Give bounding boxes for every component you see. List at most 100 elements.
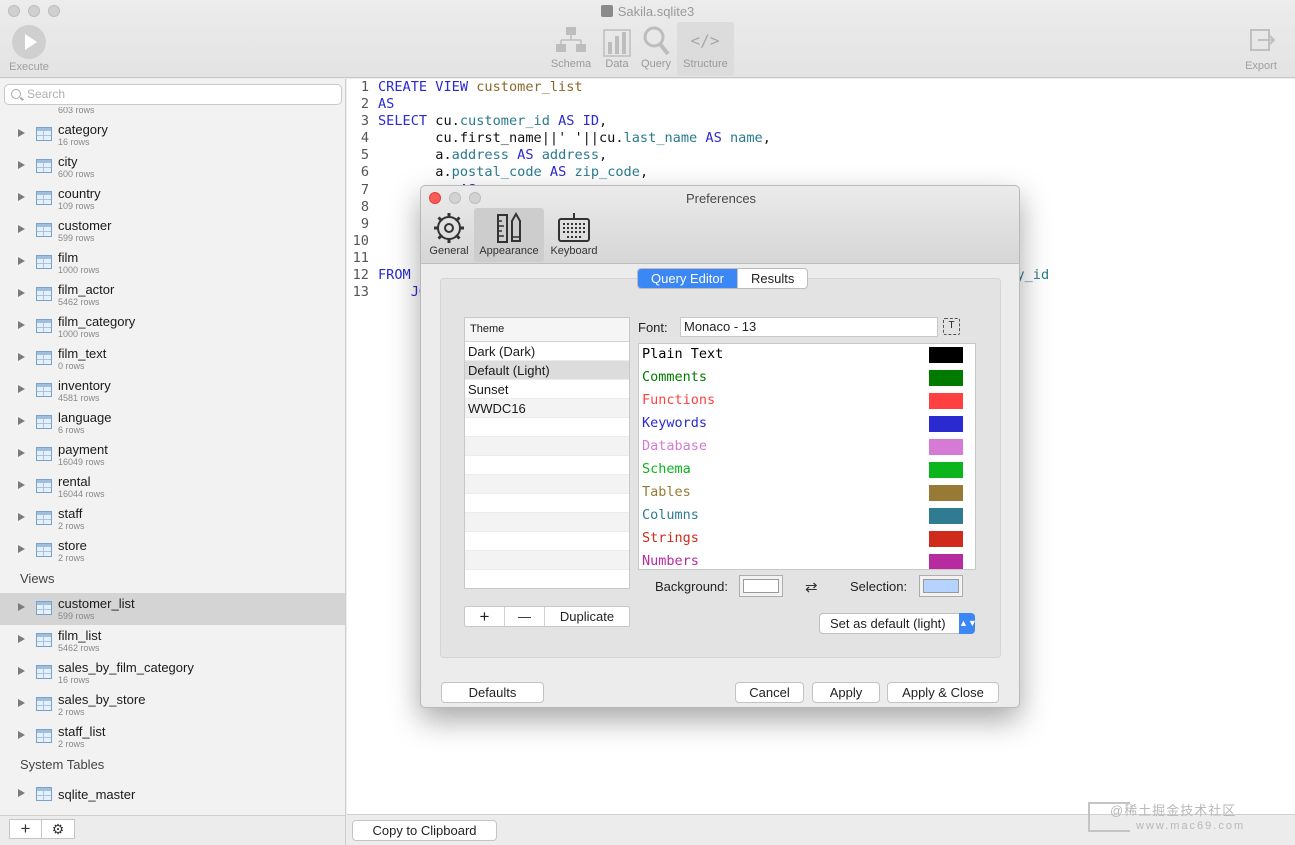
cancel-button[interactable]: Cancel	[735, 682, 804, 703]
sidebar-item-inventory[interactable]: inventory 4581 rows	[0, 375, 345, 407]
disclosure-triangle-icon[interactable]	[18, 321, 25, 329]
color-swatch[interactable]	[929, 508, 963, 524]
sidebar-item-film[interactable]: film 1000 rows	[0, 247, 345, 279]
search-input[interactable]	[27, 87, 327, 101]
segment-results[interactable]: Results	[736, 269, 807, 288]
row-count: 2 rows	[58, 707, 85, 717]
sidebar-item-film-category[interactable]: film_category 1000 rows	[0, 311, 345, 343]
duplicate-theme-button[interactable]: Duplicate	[545, 607, 629, 626]
color-row[interactable]: Tables	[639, 482, 975, 505]
sidebar-item-payment[interactable]: payment 16049 rows	[0, 439, 345, 471]
color-swatch[interactable]	[929, 393, 963, 409]
sidebar-item-staff-list[interactable]: staff_list 2 rows	[0, 721, 345, 753]
execute-button[interactable]: Execute	[4, 22, 54, 73]
add-button[interactable]: +	[9, 819, 41, 839]
disclosure-triangle-icon[interactable]	[18, 225, 25, 233]
sidebar-item-store[interactable]: store 2 rows	[0, 535, 345, 567]
disclosure-triangle-icon[interactable]	[18, 129, 25, 137]
disclosure-triangle-icon[interactable]	[18, 353, 25, 361]
theme-list[interactable]: Theme Dark (Dark) Default (Light) Sunset WW…	[464, 317, 630, 589]
sidebar-item-staff[interactable]: staff 2 rows	[0, 503, 345, 535]
color-row[interactable]: Columns	[639, 505, 975, 528]
copy-to-clipboard-button[interactable]: Copy to Clipboard	[352, 820, 497, 841]
font-picker-icon[interactable]: T	[943, 318, 960, 335]
tab-general[interactable]: General	[427, 208, 471, 262]
color-swatch[interactable]	[929, 462, 963, 478]
data-button[interactable]: Data	[598, 22, 636, 76]
disclosure-triangle-icon[interactable]	[18, 257, 25, 265]
color-row[interactable]: Schema	[639, 459, 975, 482]
color-swatch[interactable]	[929, 370, 963, 386]
item-name: staff	[58, 506, 83, 521]
sidebar-item-city[interactable]: city 600 rows	[0, 151, 345, 183]
color-swatch[interactable]	[929, 531, 963, 547]
disclosure-triangle-icon[interactable]	[18, 545, 25, 553]
disclosure-triangle-icon[interactable]	[18, 449, 25, 457]
font-field[interactable]: Monaco - 13	[680, 317, 938, 337]
sidebar-item-language[interactable]: language 6 rows	[0, 407, 345, 439]
selection-color-well[interactable]	[919, 575, 963, 597]
editor-results-segmented-control[interactable]: Query Editor Results	[637, 268, 809, 289]
apply-button[interactable]: Apply	[812, 682, 880, 703]
disclosure-triangle-icon[interactable]	[18, 603, 25, 611]
color-row[interactable]: Numbers	[639, 551, 975, 569]
syntax-color-list[interactable]: Plain Text Comments Functions Keywords Datab…	[638, 343, 976, 570]
disclosure-triangle-icon[interactable]	[18, 161, 25, 169]
remove-theme-button[interactable]: —	[505, 607, 545, 626]
set-default-popup[interactable]: Set as default (light) ▲▼	[819, 613, 977, 634]
search-field[interactable]	[4, 84, 342, 105]
sidebar-item-sales-by-store[interactable]: sales_by_store 2 rows	[0, 689, 345, 721]
color-swatch[interactable]	[929, 347, 963, 363]
disclosure-triangle-icon[interactable]	[18, 699, 25, 707]
color-swatch[interactable]	[929, 416, 963, 432]
theme-row[interactable]: Sunset	[465, 380, 629, 399]
sidebar-item-customer[interactable]: customer 599 rows	[0, 215, 345, 247]
sidebar-item-film-actor[interactable]: film_actor 5462 rows	[0, 279, 345, 311]
sidebar-item-customer-list[interactable]: customer_list 599 rows	[0, 593, 345, 625]
disclosure-triangle-icon[interactable]	[18, 385, 25, 393]
defaults-button[interactable]: Defaults	[441, 682, 544, 703]
disclosure-triangle-icon[interactable]	[18, 417, 25, 425]
theme-row[interactable]: WWDC16	[465, 399, 629, 418]
color-row[interactable]: Plain Text	[639, 344, 975, 367]
segment-query-editor[interactable]: Query Editor	[638, 269, 737, 288]
color-swatch[interactable]	[929, 485, 963, 501]
sidebar-item-sqlite-master[interactable]: sqlite_master	[0, 779, 345, 811]
color-row[interactable]: Database	[639, 436, 975, 459]
color-row[interactable]: Functions	[639, 390, 975, 413]
tab-appearance[interactable]: Appearance	[474, 208, 544, 262]
theme-row[interactable]: Dark (Dark)	[465, 342, 629, 361]
color-swatch[interactable]	[929, 554, 963, 569]
apply-close-button[interactable]: Apply & Close	[887, 682, 999, 703]
disclosure-triangle-icon[interactable]	[18, 789, 25, 797]
background-color-well[interactable]	[739, 575, 783, 597]
sidebar-item-film-list[interactable]: film_list 5462 rows	[0, 625, 345, 657]
disclosure-triangle-icon[interactable]	[18, 289, 25, 297]
sidebar-item-sales-by-film-category[interactable]: sales_by_film_category 16 rows	[0, 657, 345, 689]
gear-icon[interactable]: ⚙	[41, 819, 75, 839]
swap-icon[interactable]: ⇄	[805, 578, 818, 596]
add-theme-button[interactable]: +	[465, 607, 505, 626]
structure-button[interactable]: </> Structure	[677, 22, 734, 76]
sidebar-item-country[interactable]: country 109 rows	[0, 183, 345, 215]
disclosure-triangle-icon[interactable]	[18, 481, 25, 489]
disclosure-triangle-icon[interactable]	[18, 193, 25, 201]
sidebar-item-category[interactable]: category 16 rows	[0, 119, 345, 151]
color-swatch[interactable]	[929, 439, 963, 455]
item-name: sales_by_film_category	[58, 660, 194, 675]
query-button[interactable]: Query	[638, 22, 674, 76]
theme-row[interactable]: Default (Light)	[465, 361, 629, 380]
table-tree[interactable]: 603 rows category 16 rows city 600 rows coun…	[0, 107, 345, 817]
export-button[interactable]: Export	[1238, 22, 1284, 72]
disclosure-triangle-icon[interactable]	[18, 513, 25, 521]
tab-keyboard[interactable]: Keyboard	[547, 208, 601, 262]
sidebar-item-film-text[interactable]: film_text 0 rows	[0, 343, 345, 375]
color-row[interactable]: Comments	[639, 367, 975, 390]
disclosure-triangle-icon[interactable]	[18, 667, 25, 675]
color-row[interactable]: Strings	[639, 528, 975, 551]
disclosure-triangle-icon[interactable]	[18, 731, 25, 739]
schema-button[interactable]: Schema	[548, 22, 594, 76]
sidebar-item-rental[interactable]: rental 16044 rows	[0, 471, 345, 503]
disclosure-triangle-icon[interactable]	[18, 635, 25, 643]
color-row[interactable]: Keywords	[639, 413, 975, 436]
